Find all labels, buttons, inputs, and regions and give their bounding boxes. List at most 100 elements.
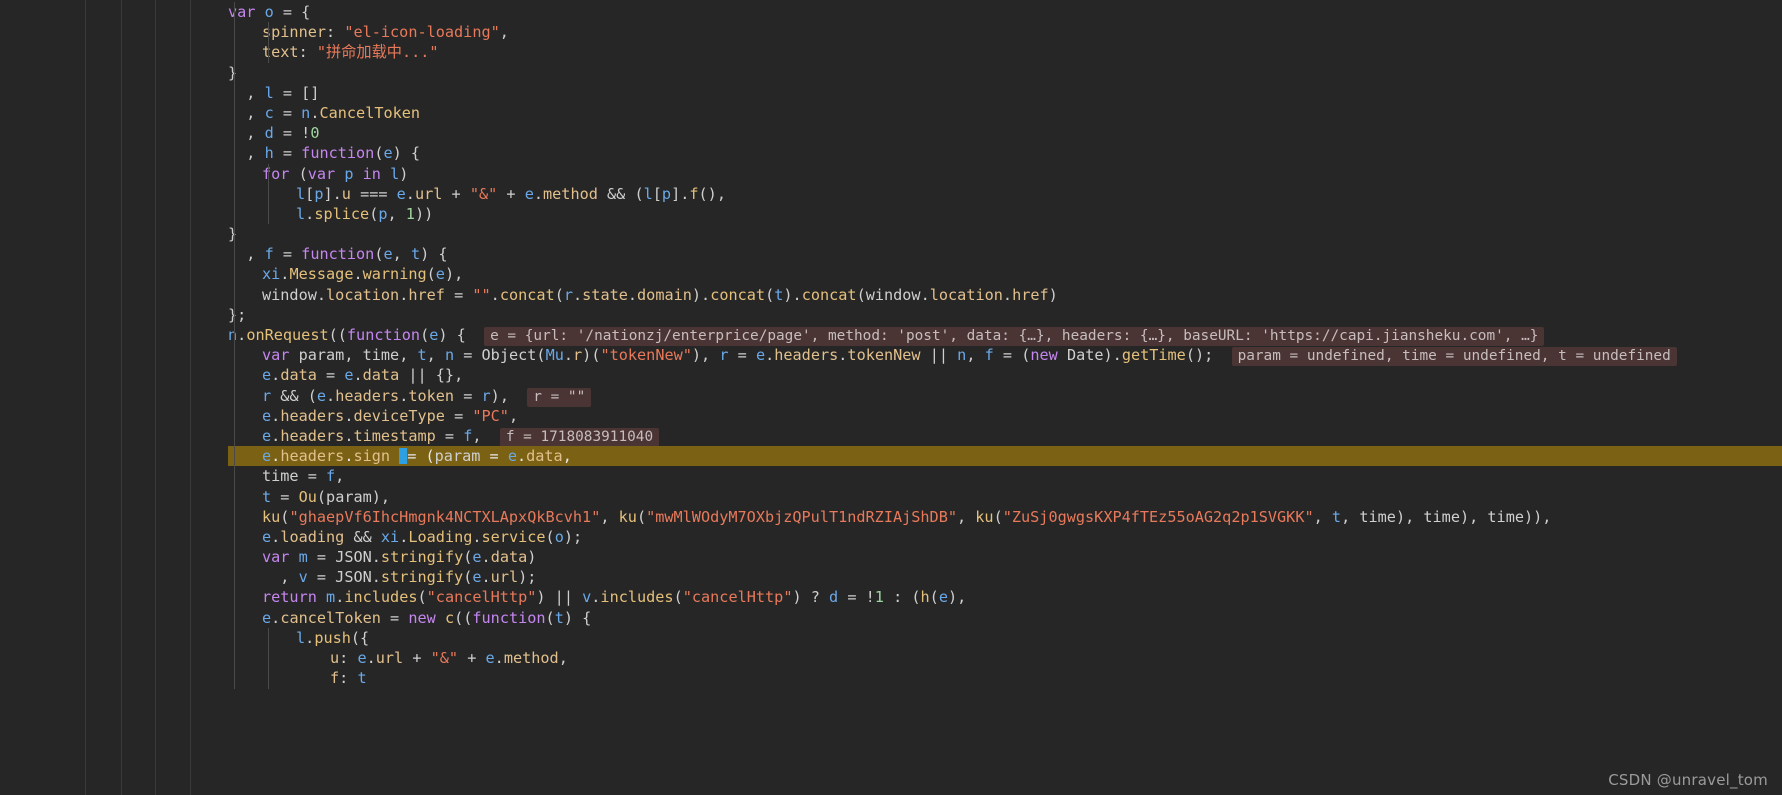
code-line-text: e.loading && xi.Loading.service(o); xyxy=(262,527,583,546)
code-line[interactable]: - t = Ou(param), xyxy=(0,487,1782,507)
code-line[interactable]: - time = f, xyxy=(0,466,1782,486)
gutter-marker: - xyxy=(48,588,58,607)
code-line-current[interactable]: - e.headers.sign = (param = e.data, xyxy=(0,446,1782,467)
code-line[interactable]: - var m = JSON.stringify(e.data) xyxy=(0,547,1782,567)
code-line[interactable]: - r && (e.headers.token = r), r = "" xyxy=(0,386,1782,407)
indent-guide xyxy=(268,22,269,63)
gutter-marker: - xyxy=(48,23,58,42)
code-line[interactable]: - , c = n.CancelToken xyxy=(0,103,1782,123)
indent-guide xyxy=(268,628,269,689)
gutter-marker: - xyxy=(48,649,58,667)
code-line-text: var m = JSON.stringify(e.data) xyxy=(262,548,537,567)
gutter-marker: - xyxy=(48,346,58,365)
code-line[interactable]: - , l = [] xyxy=(0,83,1782,103)
indent-guide xyxy=(234,82,235,245)
code-line-text: n.onRequest((function(e) { e = {url: '/n… xyxy=(228,325,1545,346)
code-editor[interactable]: -n.defaults.headers["Content-Type"] = "a… xyxy=(0,0,1782,795)
code-line[interactable]: -} xyxy=(0,224,1782,244)
code-line[interactable]: - e.headers.deviceType = "PC", xyxy=(0,406,1782,426)
gutter-marker: - xyxy=(48,366,58,385)
code-line[interactable]: - e.loading && xi.Loading.service(o); xyxy=(0,527,1782,547)
code-line-text: , l = [] xyxy=(228,83,320,102)
code-line-text: e.headers.timestamp = f, f = 17180839110… xyxy=(262,426,660,447)
code-line-text: r && (e.headers.token = r), r = "" xyxy=(262,386,592,407)
code-line[interactable]: - n.onRequest((function(e) { e = {url: '/… xyxy=(0,325,1782,346)
code-line-text: e.headers.deviceType = "PC", xyxy=(262,406,519,425)
gutter-marker: - xyxy=(48,245,58,264)
gutter-marker: - xyxy=(48,669,58,688)
code-lines-container[interactable]: -n.defaults.headers["Content-Type"] = "a… xyxy=(0,0,1782,777)
code-line-text: for (var p in l) xyxy=(262,164,409,183)
code-line-text: ku("ghaepVf6IhcHmgnk4NCTXLApxQkBcvh1", k… xyxy=(262,507,1552,526)
indent-guide xyxy=(234,244,235,326)
gutter-marker: - xyxy=(48,487,58,506)
gutter-marker: - xyxy=(48,225,58,244)
gutter-marker: - xyxy=(48,204,58,223)
execution-pointer-arrow: - xyxy=(0,446,75,467)
code-line-text: , c = n.CancelToken xyxy=(228,103,421,122)
code-line-text: text: "拼命加载中..." xyxy=(262,43,439,62)
gutter-marker: - xyxy=(48,467,58,486)
code-line-text: , f = function(e, t) { xyxy=(228,245,448,264)
gutter-marker: - xyxy=(48,386,58,405)
code-line-text: l.splice(p, 1)) xyxy=(296,204,434,223)
gutter-marker: - xyxy=(48,548,58,567)
gutter-marker: - xyxy=(48,265,58,284)
gutter-marker: - xyxy=(48,164,58,183)
indent-guide xyxy=(234,2,235,83)
inline-debug-value-hint: e = {url: '/nationzj/enterprice/page', m… xyxy=(484,327,1545,346)
code-line-text: , d = !0 xyxy=(228,124,320,143)
code-line[interactable]: - ku("ghaepVf6IhcHmgnk4NCTXLApxQkBcvh1", … xyxy=(0,507,1782,527)
inline-debug-value-hint: f = 1718083911040 xyxy=(499,427,660,447)
code-line[interactable]: - , h = function(e) { xyxy=(0,143,1782,163)
code-line-text: t = Ou(param), xyxy=(262,487,391,506)
gutter-marker: - xyxy=(48,43,58,62)
code-line[interactable]: - return m.includes("cancelHttp") || v.in… xyxy=(0,587,1782,607)
code-line-text: l.push({ xyxy=(296,628,370,647)
code-line[interactable]: - var param, time, t, n = Object(Mu.r)("t… xyxy=(0,345,1782,367)
code-line-text: spinner: "el-icon-loading", xyxy=(262,23,509,42)
code-line-text: , v = JSON.stringify(e.url); xyxy=(262,568,537,587)
gutter-marker: - xyxy=(48,285,58,304)
code-line-text: e.cancelToken = new c((function(t) { xyxy=(262,608,592,627)
gutter-marker: - xyxy=(48,426,58,445)
code-line[interactable]: -} xyxy=(0,63,1782,83)
gutter-marker: - xyxy=(48,144,58,163)
code-line-text: time = f, xyxy=(262,467,345,486)
code-line[interactable]: - xi.Message.warning(e), xyxy=(0,264,1782,284)
gutter-marker: - xyxy=(48,608,58,627)
gutter-marker: - xyxy=(48,103,58,122)
gutter-marker: - xyxy=(48,305,58,324)
code-line[interactable]: - e.cancelToken = new c((function(t) { xyxy=(0,608,1782,628)
gutter-marker: - xyxy=(48,63,58,82)
code-line-text: l[p].u === e.url + "&" + e.method && (l[… xyxy=(296,184,726,203)
gutter-marker: - xyxy=(48,184,58,203)
gutter-marker: - xyxy=(48,83,58,102)
gutter-marker: - xyxy=(48,447,58,466)
code-line[interactable]: - e.data = e.data || {}, xyxy=(0,365,1782,385)
indent-guide xyxy=(234,325,235,689)
gutter-marker: - xyxy=(48,406,58,425)
code-line-text: }; xyxy=(228,305,247,324)
code-line-text: u: e.url + "&" + e.method, xyxy=(330,649,568,667)
gutter-marker: - xyxy=(48,507,58,526)
code-line[interactable]: - window.location.href = "".concat(r.stat… xyxy=(0,285,1782,305)
code-line-text: xi.Message.warning(e), xyxy=(262,265,464,284)
gutter-marker: - xyxy=(48,568,58,587)
code-line-text: , h = function(e) { xyxy=(228,144,421,163)
inline-debug-value-hint: param = undefined, time = undefined, t =… xyxy=(1231,347,1677,367)
code-line[interactable]: - , v = JSON.stringify(e.url); xyxy=(0,567,1782,587)
code-line[interactable]: - , f = function(e, t) { xyxy=(0,244,1782,264)
gutter-marker: - xyxy=(48,124,58,143)
code-line-text: return m.includes("cancelHttp") || v.inc… xyxy=(262,588,967,607)
code-line[interactable]: - var o = { xyxy=(0,2,1782,22)
code-line[interactable]: -}; xyxy=(0,305,1782,325)
code-line-text: } xyxy=(228,63,238,82)
watermark-label: CSDN @unravel_tom xyxy=(1608,771,1768,789)
code-line-text: f: t xyxy=(330,669,367,688)
code-line-text: var o = { xyxy=(228,3,311,21)
code-line[interactable]: - , d = !0 xyxy=(0,123,1782,143)
code-line[interactable]: - e.headers.timestamp = f, f = 1718083911… xyxy=(0,426,1782,447)
code-line-text: var param, time, t, n = Object(Mu.r)("to… xyxy=(262,345,1677,367)
indent-guide xyxy=(268,163,269,225)
